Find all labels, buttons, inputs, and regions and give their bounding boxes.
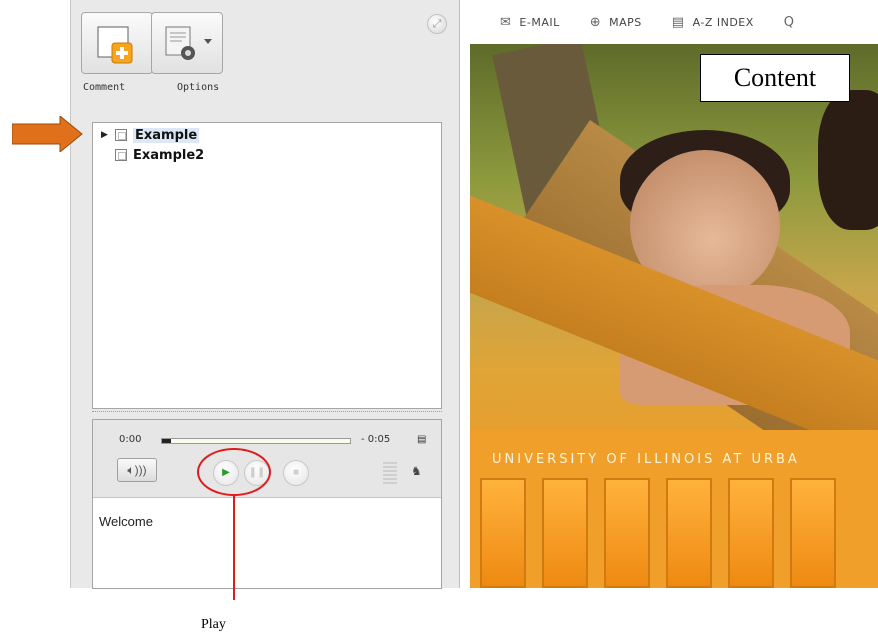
remaining-time: - 0:05	[361, 434, 391, 445]
nav-search-link[interactable]: Q	[784, 15, 803, 30]
options-label: Options	[177, 82, 220, 93]
outline-tree: ▶ Example Example2	[92, 122, 442, 409]
add-comment-icon	[97, 26, 133, 64]
progress-bar[interactable]	[161, 438, 351, 444]
compass-icon: ⊕	[589, 14, 602, 30]
options-gear-icon	[165, 26, 212, 60]
envelope-icon: ✉	[500, 14, 512, 30]
comment-button[interactable]	[81, 12, 153, 74]
tree-item-label: Example2	[133, 147, 205, 163]
tree-item-label: Example	[133, 127, 200, 143]
item-checkbox[interactable]	[115, 149, 127, 161]
item-checkbox[interactable]	[115, 129, 127, 141]
audio-player: 0:00 - 0:05 ▤ 🔈︎))) ▶ ❚❚ ■ ♞ Welcome	[92, 419, 442, 589]
stop-button[interactable]: ■	[283, 460, 309, 486]
pointer-arrow-icon	[12, 116, 83, 152]
document-icon: ▤	[671, 14, 685, 30]
nav-maps-link[interactable]: ⊕ MAPS	[590, 15, 642, 30]
nav-email-link[interactable]: ✉ E-MAIL	[500, 15, 560, 30]
tree-item-example2[interactable]: Example2	[101, 147, 204, 163]
callout-line	[233, 496, 235, 600]
nav-label: E-MAIL	[519, 15, 560, 29]
nav-label: MAPS	[609, 15, 642, 29]
character-icon[interactable]: ♞	[411, 464, 422, 478]
volume-button[interactable]: 🔈︎)))	[117, 458, 157, 482]
play-annotation-label: Play	[201, 617, 226, 632]
tree-item-example[interactable]: ▶ Example	[101, 127, 200, 143]
chevron-down-icon	[204, 39, 212, 44]
playlist-icon[interactable]: ▤	[417, 433, 428, 446]
speaker-icon: 🔈︎)))	[127, 463, 147, 477]
search-icon: Q	[783, 14, 795, 30]
content-area: UNIVERSITY OF ILLINOIS AT URBA ✉ E-MAIL …	[470, 0, 878, 588]
equalizer-icon	[383, 462, 397, 484]
expand-arrow-icon[interactable]: ▶	[101, 130, 111, 140]
pin-icon[interactable]: ⤢	[427, 14, 447, 34]
notes-text: Welcome	[99, 514, 153, 529]
university-banner-text: UNIVERSITY OF ILLINOIS AT URBA	[492, 452, 800, 467]
content-annotation-label: Content	[700, 54, 850, 102]
player-controls: 0:00 - 0:05 ▤ 🔈︎))) ▶ ❚❚ ■ ♞	[93, 420, 441, 498]
stop-icon: ■	[292, 467, 300, 478]
toolbar-panel: Comment Options ⤢ ▶ Example Example2 0:0…	[70, 0, 460, 589]
elapsed-time: 0:00	[119, 434, 142, 445]
pane-splitter[interactable]	[92, 411, 442, 415]
nav-az-index-link[interactable]: ▤ A-Z INDEX	[672, 15, 754, 30]
nav-label: A-Z INDEX	[692, 15, 754, 29]
play-highlight-circle	[197, 448, 271, 496]
content-nav: ✉ E-MAIL ⊕ MAPS ▤ A-Z INDEX Q	[470, 0, 878, 44]
illinois-letters-logo	[480, 478, 836, 588]
comment-label: Comment	[83, 82, 126, 93]
progress-fill	[162, 439, 172, 443]
options-button[interactable]	[151, 12, 223, 74]
